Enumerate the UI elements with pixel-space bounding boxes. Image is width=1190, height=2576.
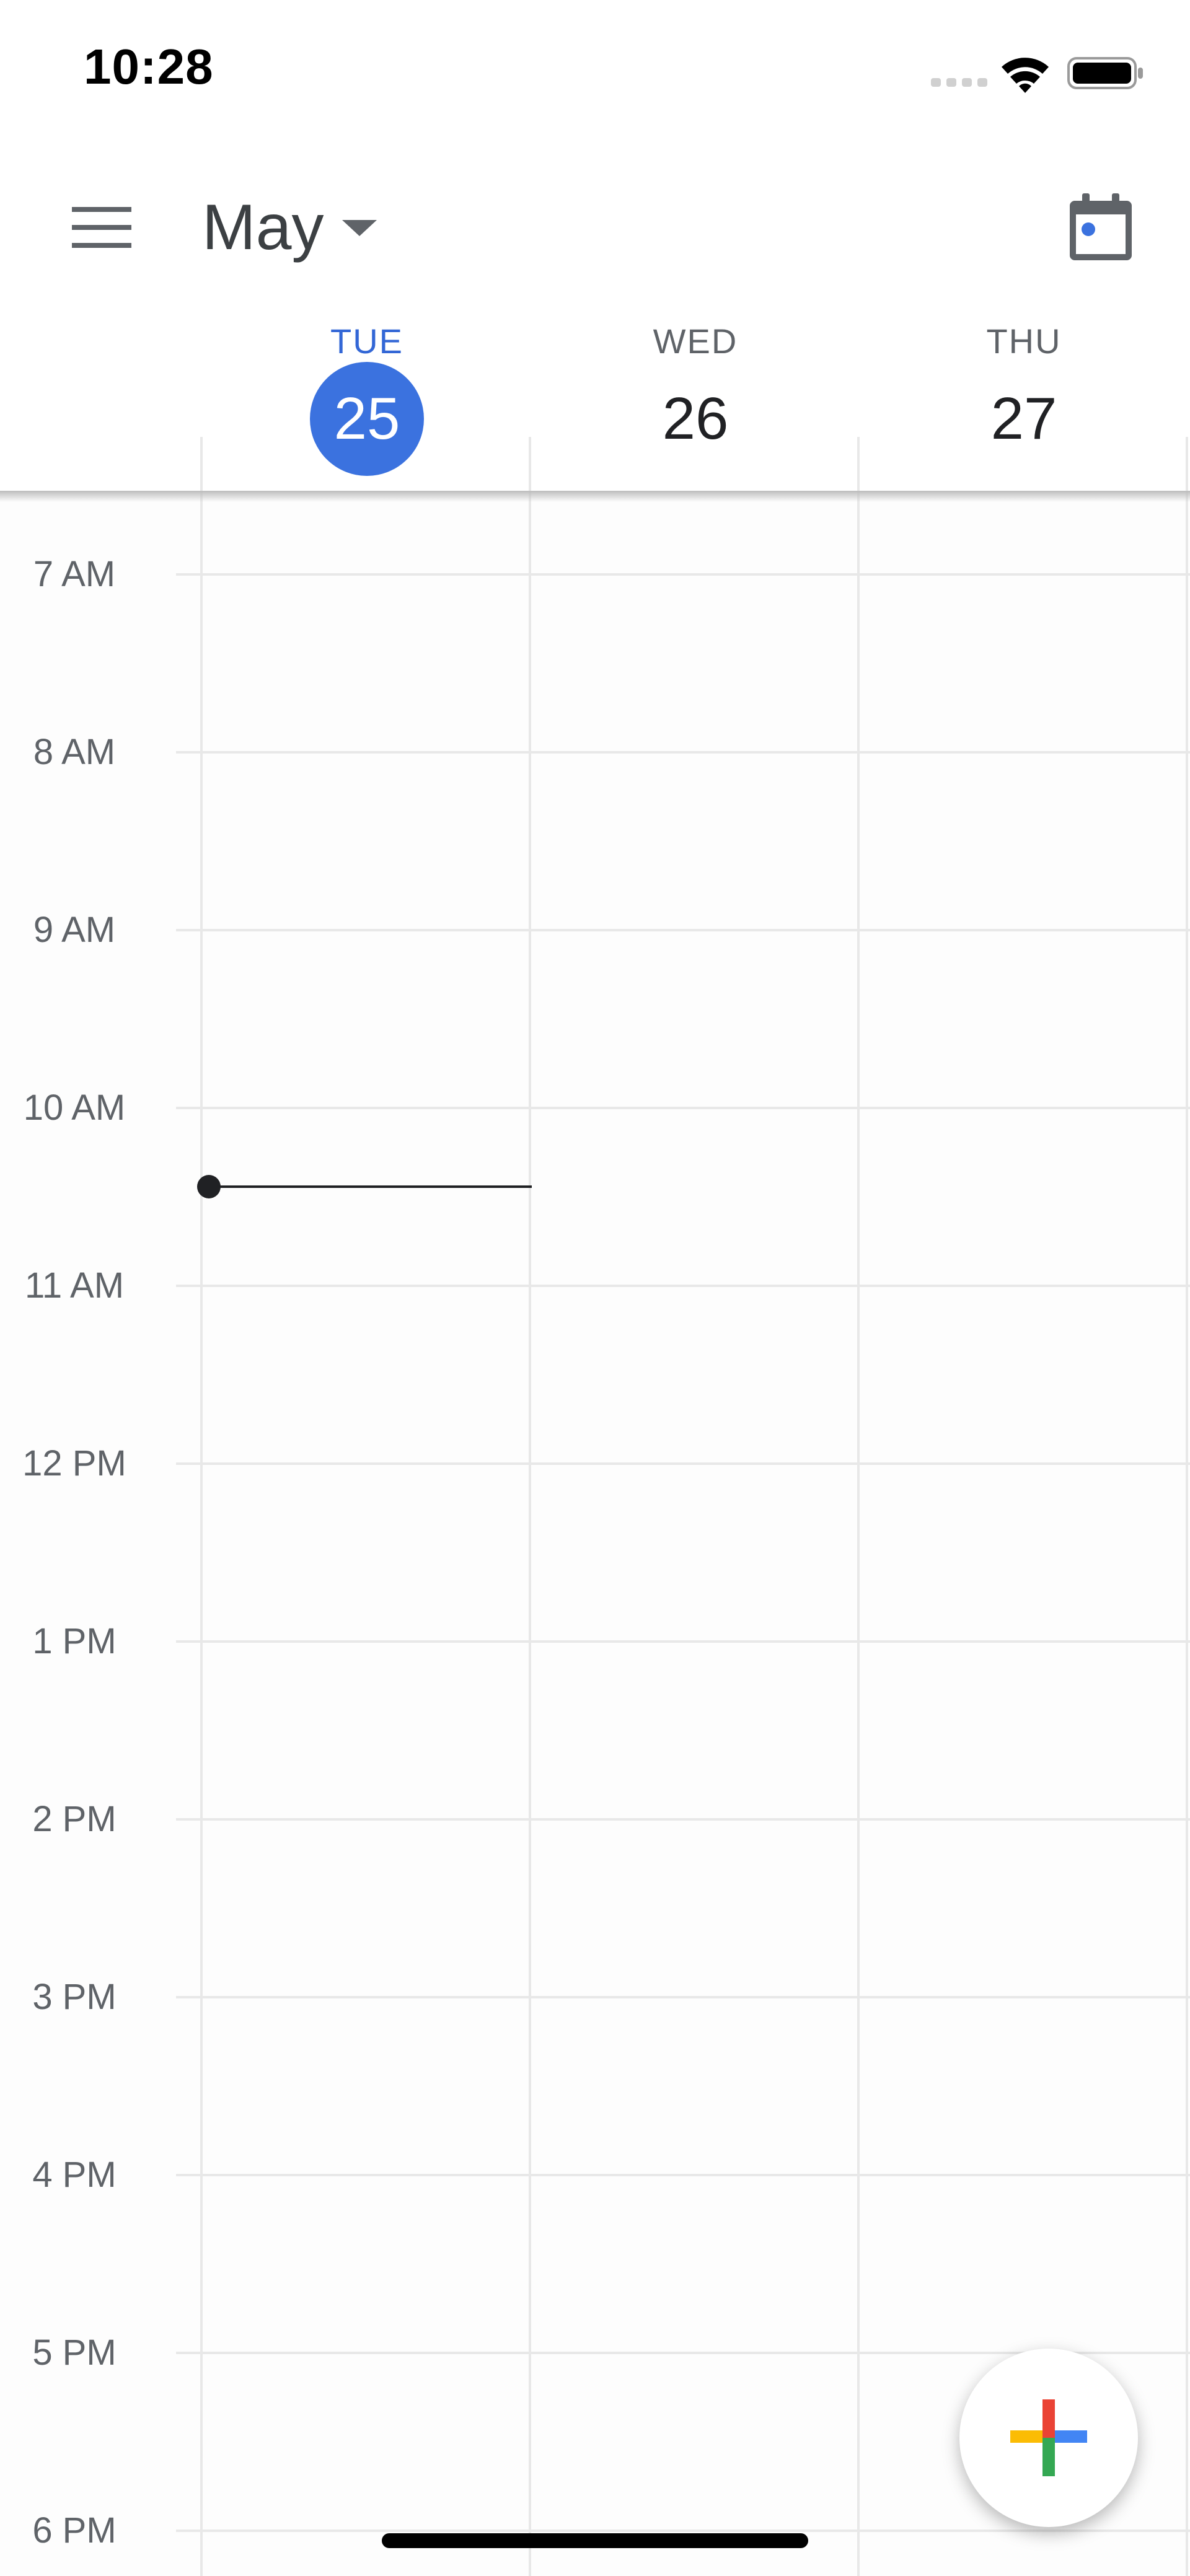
hour-label: 7 AM xyxy=(33,554,116,594)
add-icon xyxy=(1010,2399,1087,2476)
hour-gridline xyxy=(176,1462,1190,1465)
hour-gridline xyxy=(176,929,1190,931)
day-header-thu[interactable]: THU 27 xyxy=(860,310,1188,496)
hour-row-2pm: 2 PM xyxy=(0,1795,1190,1844)
column-divider xyxy=(1186,437,1188,496)
hour-label: 2 PM xyxy=(32,1799,117,1839)
chevron-down-icon[interactable] xyxy=(340,218,379,237)
signal-icon xyxy=(931,78,987,87)
hour-row-8am: 8 AM xyxy=(0,728,1190,777)
hour-row-7am: 7 AM xyxy=(0,550,1190,599)
hour-gridline xyxy=(176,751,1190,754)
hour-row-10am: 10 AM xyxy=(0,1083,1190,1133)
hour-gridline xyxy=(176,2174,1190,2176)
day-of-week: THU xyxy=(986,322,1062,361)
time-grid[interactable] xyxy=(0,496,1190,2576)
day-number: 27 xyxy=(990,385,1057,452)
hour-gridline xyxy=(176,573,1190,576)
column-divider xyxy=(857,496,860,2576)
create-event-button[interactable] xyxy=(959,2349,1138,2527)
day-header-wed[interactable]: WED 26 xyxy=(531,310,860,496)
current-time-line xyxy=(203,1185,532,1188)
hour-label: 12 PM xyxy=(22,1443,126,1484)
status-bar: 10:28 xyxy=(0,0,1190,143)
hour-label: 4 PM xyxy=(32,2155,117,2195)
day-of-week: TUE xyxy=(330,322,403,361)
hour-label: 5 PM xyxy=(32,2332,117,2373)
column-divider xyxy=(200,496,203,2576)
day-of-week: WED xyxy=(653,322,738,361)
hour-label: 11 AM xyxy=(24,1265,125,1306)
hour-gridline xyxy=(176,1285,1190,1287)
current-time-dot xyxy=(197,1175,221,1198)
hour-label: 6 PM xyxy=(32,2510,117,2551)
hour-row-11am: 11 AM xyxy=(0,1261,1190,1311)
hour-row-12pm: 12 PM xyxy=(0,1439,1190,1488)
hour-label: 10 AM xyxy=(23,1088,126,1128)
status-time: 10:28 xyxy=(84,39,214,94)
hour-label: 1 PM xyxy=(32,1621,117,1661)
wifi-icon xyxy=(1002,58,1049,93)
hour-row-1pm: 1 PM xyxy=(0,1617,1190,1666)
hour-label: 8 AM xyxy=(33,732,116,772)
column-divider xyxy=(200,437,203,496)
hour-gridline xyxy=(176,2530,1190,2532)
hour-gridline xyxy=(176,1818,1190,1821)
hour-gridline xyxy=(176,1107,1190,1109)
column-divider xyxy=(857,437,860,496)
day-number: 26 xyxy=(662,385,729,452)
month-title[interactable]: May xyxy=(202,191,324,265)
menu-icon[interactable] xyxy=(69,204,134,250)
hour-label: 9 AM xyxy=(33,910,116,950)
calendar-today-icon[interactable] xyxy=(1070,193,1132,260)
column-divider xyxy=(529,496,531,2576)
battery-icon xyxy=(1067,57,1143,89)
hour-row-9am: 9 AM xyxy=(0,905,1190,955)
hour-label: 3 PM xyxy=(32,1977,117,2017)
hour-row-3pm: 3 PM xyxy=(0,1972,1190,2022)
column-divider xyxy=(1186,496,1188,2576)
column-divider xyxy=(529,437,531,496)
hour-row-4pm: 4 PM xyxy=(0,2150,1190,2200)
hour-gridline xyxy=(176,1996,1190,1998)
day-header-tue[interactable]: TUE 25 xyxy=(203,310,531,496)
day-number: 25 xyxy=(310,362,424,476)
header-shadow xyxy=(0,491,1190,502)
home-indicator[interactable] xyxy=(382,2533,808,2548)
hour-gridline xyxy=(176,1640,1190,1643)
